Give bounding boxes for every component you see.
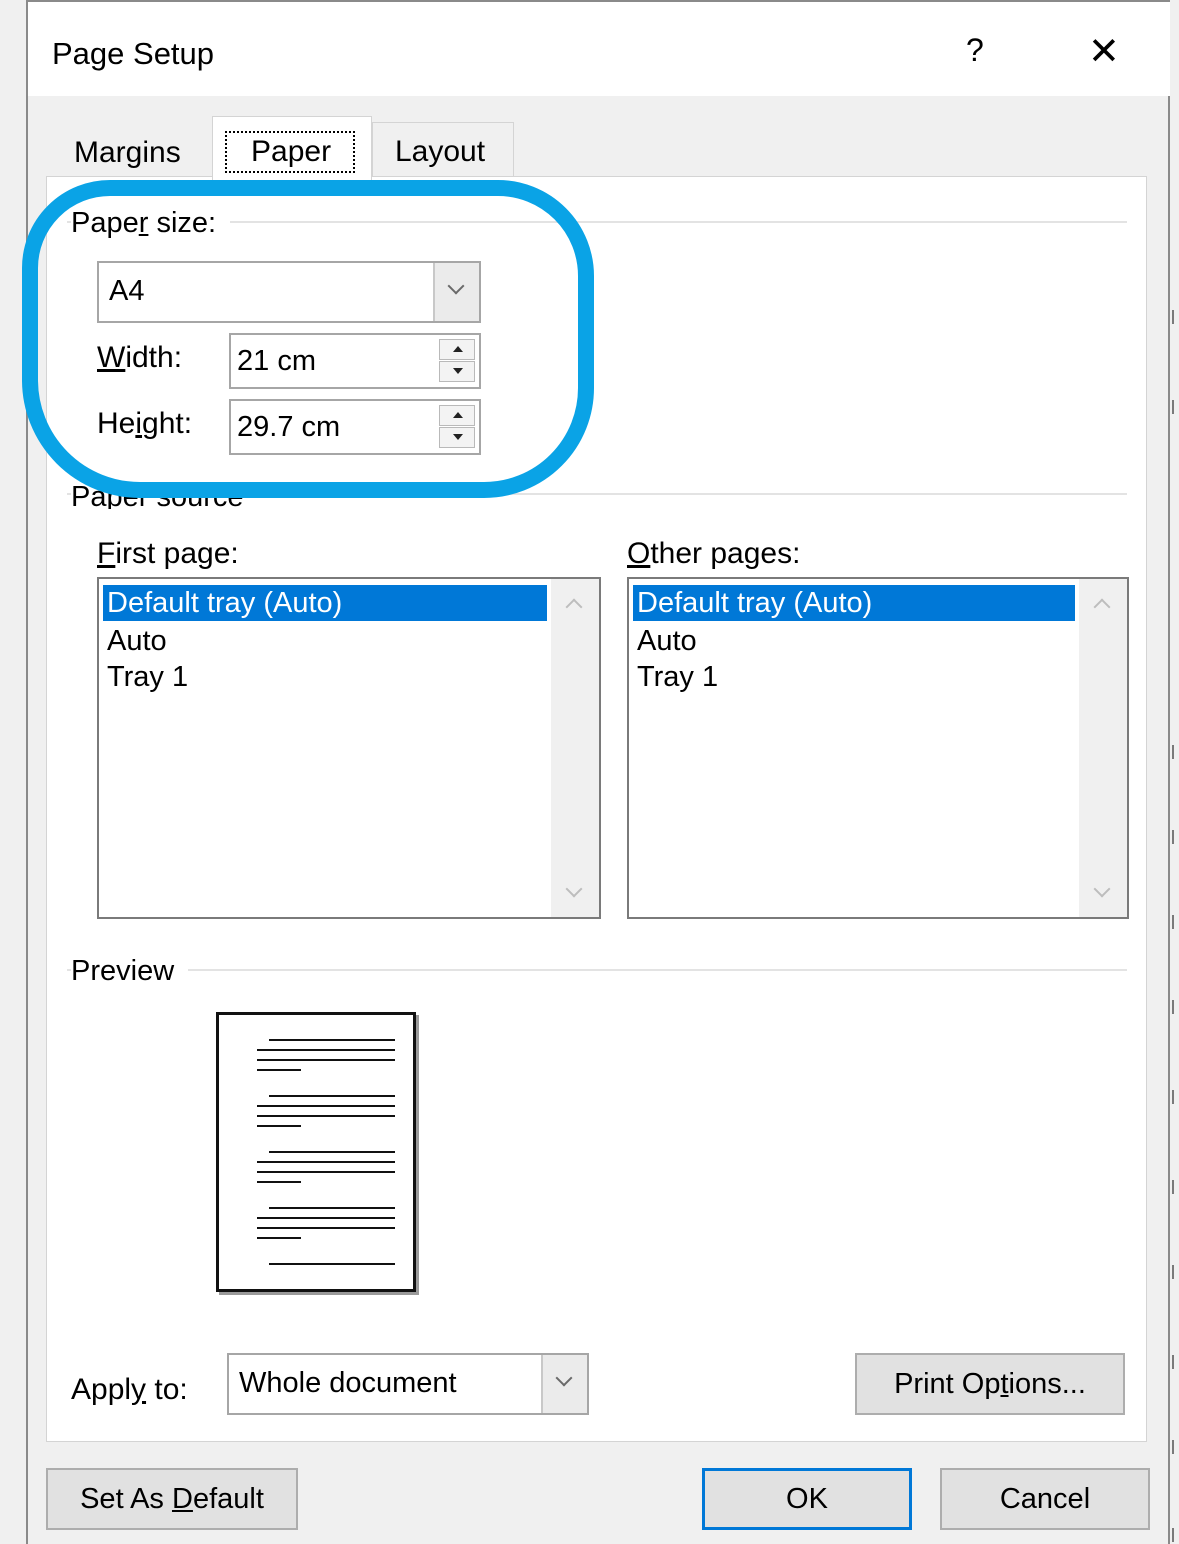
document-preview-thumbnail	[216, 1012, 416, 1292]
dialog-title: Page Setup	[52, 36, 215, 71]
width-decrement-button[interactable]	[439, 361, 475, 382]
first-page-scrollbar[interactable]	[551, 579, 599, 917]
paper-size-value: A4	[109, 275, 145, 307]
width-increment-button[interactable]	[439, 339, 475, 360]
background-window-edge	[0, 0, 28, 1544]
chevron-down-icon[interactable]	[433, 263, 479, 321]
width-spinner[interactable]: 21 cm	[229, 333, 481, 389]
first-page-item-tray-1[interactable]: Tray 1	[103, 659, 547, 695]
paper-tab-panel: Paper size: A4 Width: 21 cm Height: 29.7…	[46, 176, 1147, 1442]
scroll-down-icon[interactable]	[551, 873, 599, 917]
apply-to-value: Whole document	[239, 1367, 457, 1399]
scroll-up-icon[interactable]	[551, 579, 599, 623]
background-window-strip	[1170, 0, 1179, 1544]
print-options-button[interactable]: Print Options...	[855, 1353, 1125, 1415]
page-setup-dialog: Page Setup ? ✕ Margins Layout Paper size…	[28, 0, 1170, 1544]
ok-button[interactable]: OK	[702, 1468, 912, 1530]
tab-margins[interactable]: Margins	[48, 128, 212, 178]
first-page-label: First page:	[97, 537, 239, 570]
title-bar: Page Setup ? ✕	[28, 0, 1170, 96]
paper-size-dropdown[interactable]: A4	[97, 261, 481, 323]
other-pages-item-tray-1[interactable]: Tray 1	[633, 659, 1075, 695]
height-spinner[interactable]: 29.7 cm	[229, 399, 481, 455]
set-as-default-button[interactable]: Set As Default	[46, 1468, 298, 1530]
height-decrement-button[interactable]	[439, 427, 475, 448]
help-button[interactable]: ?	[966, 32, 984, 69]
height-increment-button[interactable]	[439, 405, 475, 426]
tab-layout[interactable]: Layout	[372, 122, 514, 178]
scroll-down-icon[interactable]	[1079, 873, 1127, 917]
other-pages-item-auto[interactable]: Auto	[633, 623, 1075, 659]
width-label: Width:	[97, 341, 183, 374]
height-label: Height:	[97, 407, 193, 440]
width-value[interactable]: 21 cm	[237, 345, 316, 378]
chevron-down-icon[interactable]	[541, 1355, 587, 1413]
height-value[interactable]: 29.7 cm	[237, 411, 340, 444]
other-pages-listbox[interactable]: Default tray (Auto) Auto Tray 1	[627, 577, 1129, 919]
preview-divider	[67, 969, 1127, 971]
tab-paper[interactable]: Paper	[212, 116, 372, 180]
other-pages-scrollbar[interactable]	[1079, 579, 1127, 917]
first-page-item-auto[interactable]: Auto	[103, 623, 547, 659]
preview-group-label: Preview	[71, 955, 189, 988]
first-page-listbox[interactable]: Default tray (Auto) Auto Tray 1	[97, 577, 601, 919]
cancel-button[interactable]: Cancel	[940, 1468, 1150, 1530]
tab-paper-label: Paper	[225, 131, 355, 173]
apply-to-dropdown[interactable]: Whole document	[227, 1353, 589, 1415]
other-pages-label: Other pages:	[627, 537, 801, 570]
paper-source-group-label: Paper source	[71, 479, 258, 509]
scroll-up-icon[interactable]	[1079, 579, 1127, 623]
first-page-item-default-tray[interactable]: Default tray (Auto)	[103, 585, 547, 621]
close-button[interactable]: ✕	[1088, 29, 1120, 74]
paper-size-group-label: Paper size:	[71, 207, 231, 240]
other-pages-item-default-tray[interactable]: Default tray (Auto)	[633, 585, 1075, 621]
apply-to-label: Apply to:	[71, 1373, 188, 1406]
